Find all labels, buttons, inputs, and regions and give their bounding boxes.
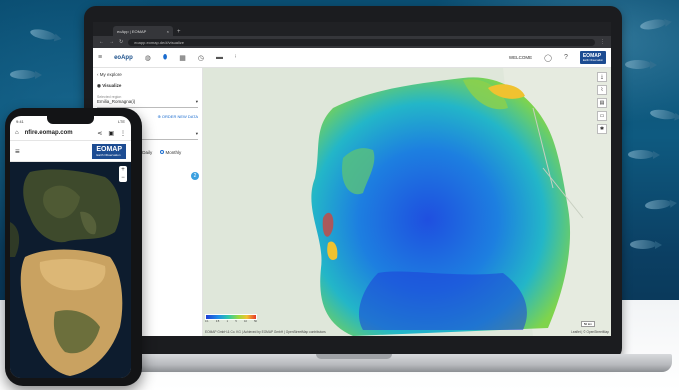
history-icon[interactable]: ◷ xyxy=(198,54,204,62)
settings-icon[interactable]: ✱ xyxy=(597,124,607,134)
region-select[interactable]: Emilia_Romagna(i) ▾ xyxy=(97,99,198,108)
region-value: Emilia_Romagna(i) xyxy=(97,99,136,104)
browser-tab[interactable]: eoApp | EOMAP × xyxy=(113,26,173,36)
map-view[interactable]: 0.1 0.5 1 5 10 50 ⤓ ⌇ ▤ ▭ ✱ 50 km EOMAP … xyxy=(203,68,611,336)
fish-decoration xyxy=(625,60,657,69)
status-time: 9:41 xyxy=(16,119,24,124)
colorbar-tick: 1 xyxy=(226,320,229,323)
help-icon[interactable]: ? xyxy=(564,54,568,61)
hamburger-icon[interactable]: ≡ xyxy=(98,54,102,61)
chat-icon[interactable]: ◯ xyxy=(544,54,552,62)
count-badge[interactable]: 2 xyxy=(191,172,199,180)
radio-monthly[interactable]: Monthly xyxy=(160,150,181,155)
folder-icon[interactable]: ▬ xyxy=(216,54,223,61)
location-pin-icon[interactable]: ⬮ xyxy=(163,54,167,62)
grid-icon[interactable]: ▦ xyxy=(179,54,186,62)
browser-tabbar: eoApp | EOMAP × + xyxy=(93,22,611,36)
hamburger-icon[interactable]: ≡ xyxy=(15,147,20,156)
tab-close-icon[interactable]: × xyxy=(167,29,169,34)
radio-daily-label: Daily xyxy=(142,150,153,155)
legend-colorbar: 0.1 0.5 1 5 10 50 xyxy=(205,314,257,324)
forward-icon[interactable]: → xyxy=(109,39,114,45)
colorbar-ticks: 0.1 0.5 1 5 10 50 xyxy=(205,320,257,323)
colorbar-tick: 0.1 xyxy=(205,320,209,323)
chart-icon[interactable]: ⌇ xyxy=(597,85,607,95)
welcome-text: WELCOME xyxy=(508,55,533,60)
phone-map-view[interactable]: + − xyxy=(10,162,131,378)
app-name: eoApp xyxy=(114,54,133,61)
fish-decoration xyxy=(10,70,42,79)
new-tab-icon[interactable]: + xyxy=(173,29,185,36)
logo-text: EOMAP xyxy=(96,145,122,153)
section-label: Visualize xyxy=(102,83,122,88)
globe-icon[interactable]: ◍ xyxy=(145,54,151,62)
print-icon[interactable]: ▭ xyxy=(597,111,607,121)
map-attribution-right[interactable]: Leaflet | © OpenStreetMap xyxy=(571,330,609,334)
layers-icon[interactable]: ▤ xyxy=(597,98,607,108)
black-sea-map xyxy=(203,68,611,336)
map-toolbar: ⤓ ⌇ ▤ ▭ ✱ xyxy=(597,72,607,134)
eomap-logo: EOMAP Earth Observation xyxy=(579,51,606,64)
order-label: ORDER NEW DATA xyxy=(161,114,198,119)
phone-notch xyxy=(47,116,94,124)
logo-subtitle: Earth Observation xyxy=(582,59,603,62)
tabs-icon[interactable]: ▣ xyxy=(108,130,114,137)
url-field[interactable]: eoapp.eomap.de/#/visualize xyxy=(128,38,595,46)
section-title: ◉ Visualize xyxy=(97,83,122,88)
app-header: ≡ eoApp ◍ ⬮ ▦ ◷ ▬ ⁱ WELCOME ◯ ? EOMAP Ea… xyxy=(93,48,611,68)
colorbar-tick: 5 xyxy=(235,320,237,323)
back-link-label: My explore xyxy=(99,72,122,77)
europe-africa-map xyxy=(10,162,131,378)
map-attribution: EOMAP GmbH & Co. KG | Achieved by EOMAP … xyxy=(205,330,326,334)
share-icon[interactable]: ⋖ xyxy=(97,130,102,137)
radio-monthly-label: Monthly xyxy=(165,150,182,155)
fish-decoration xyxy=(628,150,660,159)
home-icon[interactable]: ⌂ xyxy=(15,130,19,136)
laptop-screen: eoApp | EOMAP × + ← → ↻ eoapp.eomap.de/#… xyxy=(93,22,611,336)
back-link[interactable]: ‹ My explore xyxy=(97,72,198,77)
reload-icon[interactable]: ↻ xyxy=(119,39,123,45)
address-bar: ← → ↻ eoapp.eomap.de/#/visualize ⋮ xyxy=(93,36,611,48)
phone-app-header: ≡ EOMAP Earth Observation xyxy=(10,141,131,162)
back-icon[interactable]: ← xyxy=(99,39,104,45)
phone-url[interactable]: nfire.eomap.com xyxy=(25,130,92,136)
logo-subtitle: Earth Observation xyxy=(96,152,121,157)
status-network: LTE xyxy=(117,119,125,124)
eomap-logo: EOMAP Earth Observation xyxy=(92,143,126,159)
zoom-out-button[interactable]: − xyxy=(119,174,127,182)
tab-title: eoApp | EOMAP xyxy=(117,29,147,34)
colorbar-tick: 10 xyxy=(244,320,247,323)
menu-dots-icon[interactable]: ⋮ xyxy=(120,130,126,137)
chevron-down-icon: ▾ xyxy=(195,131,198,136)
zoom-in-button[interactable]: + xyxy=(119,166,127,174)
laptop-notch xyxy=(316,354,392,359)
chevron-down-icon: ▾ xyxy=(195,99,198,104)
menu-dots-icon[interactable]: ⋮ xyxy=(600,39,605,45)
zoom-control: + − xyxy=(119,166,127,182)
phone-url-bar: ⌂ nfire.eomap.com ⋖ ▣ ⋮ xyxy=(10,126,131,141)
colorbar-tick: 0.5 xyxy=(215,320,220,323)
radio-dot-icon xyxy=(160,150,165,154)
fish-decoration xyxy=(630,240,662,249)
scale-bar: 50 km xyxy=(580,321,595,327)
colorbar-tick: 50 xyxy=(254,320,257,323)
info-icon[interactable]: ⁱ xyxy=(235,54,236,62)
phone-screen: 9:41 LTE ⌂ nfire.eomap.com ⋖ ▣ ⋮ ≡ EOMAP… xyxy=(10,116,131,378)
download-icon[interactable]: ⤓ xyxy=(597,72,607,82)
